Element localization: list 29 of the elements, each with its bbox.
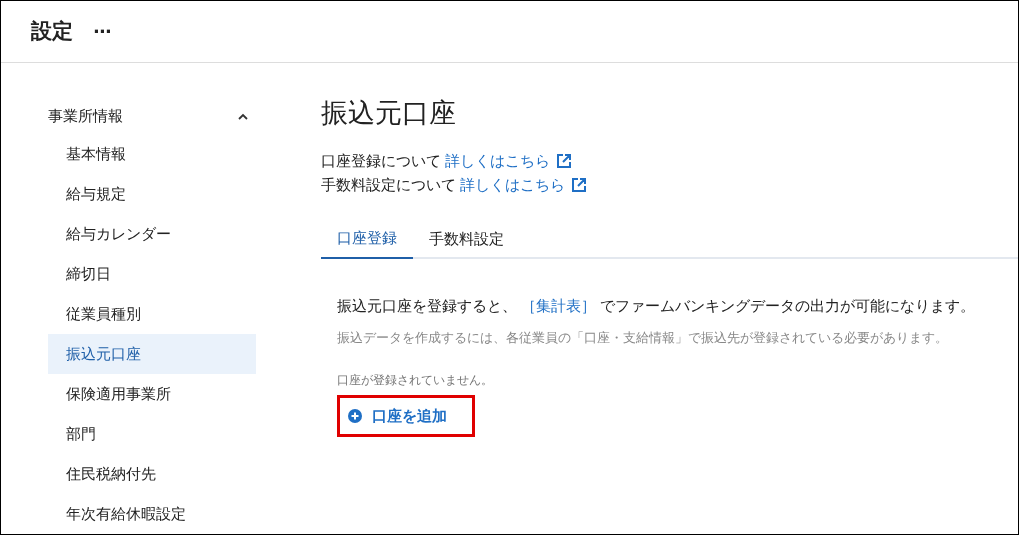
sidebar-item[interactable]: 振込元口座	[48, 334, 256, 374]
help-link[interactable]: 詳しくはこちら	[460, 173, 587, 197]
help-text: 口座登録について	[321, 150, 441, 172]
more-button[interactable]: ···	[93, 18, 111, 45]
sidebar-item[interactable]: 締切日	[48, 254, 256, 294]
sidebar-item[interactable]: 住民税納付先	[48, 454, 256, 494]
sidebar-item[interactable]: 部門	[48, 414, 256, 454]
external-link-icon	[556, 153, 572, 169]
tab[interactable]: 手数料設定	[413, 219, 520, 259]
add-account-button[interactable]: 口座を追加	[348, 404, 447, 428]
sidebar-group[interactable]: 事業所情報	[48, 98, 256, 134]
page-title: 設定	[31, 17, 73, 45]
plus-circle-icon	[348, 409, 362, 423]
sidebar-item[interactable]: 給与カレンダー	[48, 214, 256, 254]
chevron-up-icon	[238, 112, 248, 120]
external-link-icon	[571, 177, 587, 193]
help-text: 手数料設定について	[321, 174, 456, 196]
help-link[interactable]: 詳しくはこちら	[445, 149, 572, 173]
sidebar-item[interactable]: 年次有給休暇設定	[48, 494, 256, 534]
sidebar-item[interactable]: 基本情報	[48, 134, 256, 174]
sidebar-item[interactable]: 保険適用事業所	[48, 374, 256, 414]
sidebar-item[interactable]: 従業員種別	[48, 294, 256, 334]
description-text: 振込元口座を登録すると、 ［集計表］ でファームバンキングデータの出力が可能になります。	[337, 296, 975, 317]
summary-link[interactable]: ［集計表］	[521, 297, 596, 315]
sidebar-item[interactable]: 給与規定	[48, 174, 256, 214]
note-text: 振込データを作成するには、各従業員の「口座・支給情報」で振込先が登録されている必要があります。	[337, 328, 948, 347]
section-title: 振込元口座	[321, 96, 456, 130]
tab[interactable]: 口座登録	[321, 219, 413, 259]
empty-message: 口座が登録されていません。	[337, 372, 493, 389]
